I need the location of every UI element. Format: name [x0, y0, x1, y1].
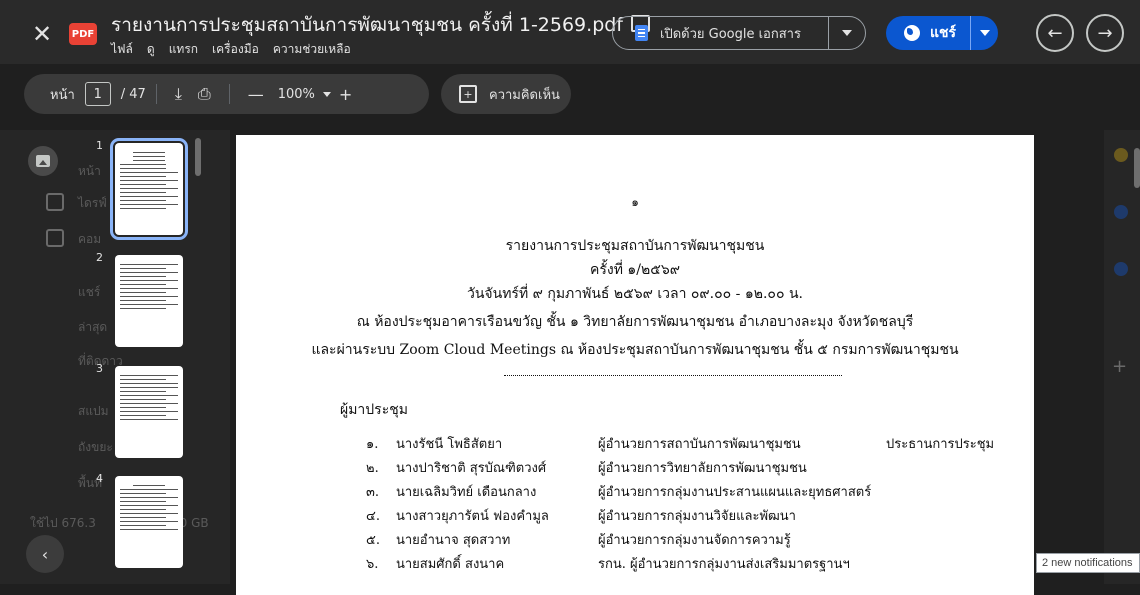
contacts-icon [1114, 262, 1128, 276]
attendee-name: นางสาวยุภารัตน์ ฟองคำมูล [396, 509, 549, 524]
drive-nav-mydrive: ไดรฟ์ [78, 196, 107, 210]
zoom-level[interactable]: 100% [278, 87, 315, 102]
computer-icon [46, 229, 64, 247]
attendee-role: ประธานการประชุม [886, 437, 995, 452]
thumbnail-number: 4 [96, 472, 103, 485]
zoom-out-icon[interactable]: — [248, 85, 264, 104]
chevron-left-icon[interactable]: ‹ [26, 535, 64, 573]
comment-label: ความคิดเห็น [489, 87, 560, 103]
share-label: แชร์ [930, 25, 957, 41]
thumbnail-scrollbar[interactable] [195, 138, 201, 176]
storage-total: 0 GB [179, 516, 209, 530]
attendee-position: ผู้อำนวยการวิทยาลัยการพัฒนาชุมชน [598, 461, 807, 476]
drive-nav-computers: คอม [78, 232, 102, 246]
arrow-left-icon[interactable]: ← [1036, 14, 1074, 52]
attendee-name: นางรัชนี โพธิสัตยา [396, 437, 503, 452]
page-thumbnail-3[interactable] [115, 366, 183, 458]
thumbnail-number: 1 [96, 139, 103, 152]
chevron-down-icon [979, 30, 990, 36]
zoom-in-icon[interactable]: + [339, 85, 352, 104]
add-comment-button[interactable]: + ความคิดเห็น [441, 74, 571, 114]
add-addon-icon: + [1112, 356, 1128, 377]
total-pages: / 47 [120, 86, 146, 102]
zoom-dropdown-icon[interactable] [322, 91, 331, 97]
attendee-no: ๖. [366, 557, 379, 572]
attendees-heading: ผู้มาประชุม [340, 402, 408, 418]
tasks-icon [1114, 205, 1128, 219]
side-panel-scrollbar[interactable] [1134, 148, 1140, 188]
share-button[interactable]: แชร์ [886, 16, 998, 50]
menu-help[interactable]: ความช่วยเหลือ [273, 40, 351, 59]
drive-nav-trash: ถังขยะ [78, 440, 113, 454]
add-comment-icon: + [459, 85, 477, 103]
drive-nav-shared: แชร์ [78, 285, 101, 299]
attendee-no: ๒. [366, 461, 379, 476]
doc-heading-title: รายงานการประชุมสถาบันการพัฒนาชุมชน [505, 238, 765, 254]
open-with-label: เปิดด้วย Google เอกสาร [660, 26, 801, 42]
menu-insert[interactable]: แทรก [169, 40, 198, 59]
notification-toast[interactable]: 2 new notifications [1036, 553, 1140, 573]
attendee-position: ผู้อำนวยการกลุ่มงานจัดการความรู้ [598, 533, 791, 548]
attendee-no: ๑. [366, 437, 379, 452]
attendee-name: นายอำนาจ สุดสวาท [396, 533, 511, 548]
page-thumbnail-4[interactable] [115, 476, 183, 568]
google-docs-icon [635, 25, 648, 41]
arrow-right-icon[interactable]: → [1086, 14, 1124, 52]
page-thumbnail-1[interactable] [110, 138, 188, 240]
pdf-toolbar: หน้า 1 / 47 ⤓ ⎙ — 100% + [24, 74, 429, 114]
document-title[interactable]: รายงานการประชุมสถาบันการพัฒนาชุมชน ครั้ง… [111, 10, 650, 40]
attendee-no: ๓. [366, 485, 380, 500]
attendee-no: ๕. [366, 533, 380, 548]
dotted-divider [504, 375, 842, 376]
doc-heading-online: และผ่านระบบ Zoom Cloud Meetings ณ ห้องปร… [311, 342, 959, 358]
doc-heading-session: ครั้งที่ ๑/๒๕๖๙ [590, 262, 680, 278]
page-label: หน้า [50, 87, 75, 103]
keep-icon [1114, 148, 1128, 162]
page-number-text: ๑ [631, 195, 639, 209]
attendee-position: รกน. ผู้อำนวยการกลุ่มงานส่งเสริมมาตรฐานฯ [598, 557, 850, 572]
toolbar-divider [155, 84, 157, 104]
attendee-name: นายสมศักดิ์ สงนาค [396, 557, 505, 572]
drive-nav-spam: สแปม [78, 404, 109, 418]
page-number-input[interactable]: 1 [84, 82, 111, 106]
menu-bar: ไฟล์ ดู แทรก เครื่องมือ ความช่วยเหลือ [111, 40, 351, 59]
pdf-page: ๑ รายงานการประชุมสถาบันการพัฒนาชุมชน ครั… [236, 135, 1034, 595]
attendee-no: ๔. [366, 509, 380, 524]
storage-used: ใช้ไป 676.3 [30, 516, 96, 530]
thumbnail-number: 3 [96, 362, 103, 375]
pdf-file-icon: PDF [69, 23, 97, 45]
close-icon[interactable]: ✕ [28, 20, 56, 48]
globe-icon [904, 25, 920, 41]
document-title-text: รายงานการประชุมสถาบันการพัฒนาชุมชน ครั้ง… [111, 14, 623, 36]
toolbar-divider [228, 84, 230, 104]
attendee-position: ผู้อำนวยการกลุ่มงานวิจัยและพัฒนา [598, 509, 796, 524]
print-icon[interactable]: ⎙ [198, 84, 211, 104]
thumbnail-number: 2 [96, 251, 103, 264]
chevron-down-icon [842, 30, 852, 36]
open-with-button[interactable]: เปิดด้วย Google เอกสาร [612, 16, 866, 50]
doc-heading-date: วันจันทร์ที่ ๙ กุมภาพันธ์ ๒๕๖๙ เวลา ๐๙.๐… [467, 286, 803, 302]
viewer-header: ✕ PDF รายงานการประชุมสถาบันการพัฒนาชุมชน… [0, 0, 1140, 64]
attendee-position: ผู้อำนวยการกลุ่มงานประสานแผนและยุทธศาสตร… [598, 485, 872, 500]
attendee-name: นางปาริชาติ สุรบัณฑิตวงศ์ [396, 461, 547, 476]
open-with-dropdown[interactable] [829, 30, 865, 36]
attendee-position: ผู้อำนวยการสถาบันการพัฒนาชุมชน [598, 437, 801, 452]
download-icon[interactable]: ⤓ [175, 84, 182, 104]
drive-nav-home: หน้า [78, 164, 101, 178]
share-dropdown[interactable] [971, 30, 998, 36]
drive-nav-recent: ล่าสุด [78, 320, 108, 334]
menu-file[interactable]: ไฟล์ [111, 40, 133, 59]
doc-heading-venue: ณ ห้องประชุมอาคารเรือนขวัญ ชั้น ๑ วิทยาล… [356, 314, 914, 330]
attendee-name: นายเฉลิมวิทย์ เดือนกลาง [396, 485, 537, 500]
page-thumbnail-2[interactable] [115, 255, 183, 347]
menu-tools[interactable]: เครื่องมือ [212, 40, 259, 59]
menu-view[interactable]: ดู [147, 40, 155, 59]
image-icon [28, 146, 58, 176]
drive-icon [46, 193, 64, 211]
